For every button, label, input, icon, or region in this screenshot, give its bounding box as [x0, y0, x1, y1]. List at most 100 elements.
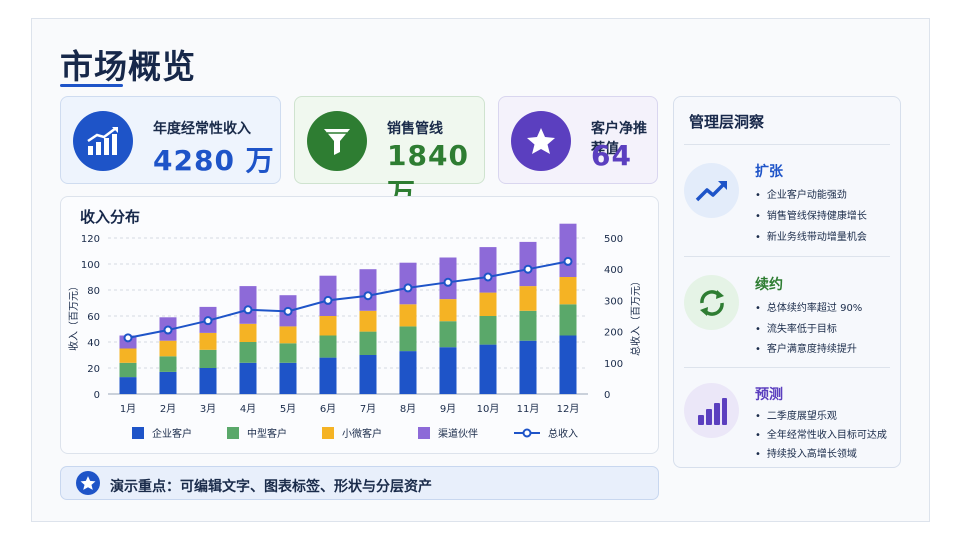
x-tick-label: 5月	[280, 403, 296, 415]
y2-tick-label: 500	[604, 234, 623, 245]
insight-item: 总体续约率超过 90%	[755, 299, 862, 314]
line-point	[403, 283, 413, 293]
insight-item: 持续投入高增长领域	[755, 445, 857, 460]
bar-segment	[359, 269, 377, 311]
line-point	[203, 316, 213, 326]
insight-item: 全年经常性收入目标可达成	[755, 426, 887, 441]
y-tick-label: 100	[81, 260, 100, 271]
line-point	[123, 333, 133, 343]
bar-segment	[519, 340, 537, 394]
line-point	[483, 272, 493, 282]
bar-segment	[159, 340, 177, 357]
bar-segment	[559, 304, 577, 336]
y2-tick-label: 200	[604, 328, 623, 339]
divider	[684, 367, 890, 368]
legend-swatch	[418, 427, 430, 439]
bar-chart-icon	[684, 383, 739, 438]
y2-tick-label: 400	[604, 265, 623, 276]
insight-heading: 扩张	[755, 164, 783, 180]
bar-segment	[159, 371, 177, 394]
y-axis-label: 收入（百万元）	[67, 281, 80, 351]
bar-segment	[319, 316, 337, 336]
insight-heading: 预测	[755, 387, 783, 403]
bar-segment	[439, 321, 457, 348]
y-tick-label: 0	[94, 390, 100, 401]
insight-item: 客户满意度持续提升	[755, 340, 857, 355]
legend-swatch	[132, 427, 144, 439]
line-point	[443, 277, 453, 287]
x-tick-label: 10月	[477, 403, 500, 415]
bar-segment	[479, 292, 497, 316]
y-tick-label: 120	[81, 234, 100, 245]
bar-segment	[519, 286, 537, 311]
bar-segment	[199, 368, 217, 394]
bar-segment	[159, 356, 177, 372]
insights-title: 管理层洞察	[689, 113, 765, 131]
refresh-icon	[684, 275, 739, 330]
x-tick-label: 12月	[557, 403, 580, 415]
line-point	[243, 305, 253, 315]
bar-segment	[479, 344, 497, 394]
x-tick-label: 3月	[200, 403, 216, 415]
insight-heading: 续约	[755, 277, 783, 293]
line-point	[323, 295, 333, 305]
bar-segment	[119, 377, 137, 394]
bar-segment	[519, 241, 537, 287]
y-tick-label: 80	[87, 286, 100, 297]
legend-label: 渠道伙伴	[438, 427, 478, 440]
legend-label: 小微客户	[342, 427, 382, 440]
total-revenue-line	[127, 260, 569, 339]
line-point	[163, 325, 173, 335]
bar-segment	[359, 331, 377, 355]
bar-segment	[479, 316, 497, 345]
bar-segment	[319, 357, 337, 394]
star-icon	[76, 471, 100, 495]
y2-tick-label: 100	[604, 359, 623, 370]
x-tick-label: 1月	[120, 403, 136, 415]
divider	[684, 256, 890, 257]
x-tick-label: 2月	[160, 403, 176, 415]
bar-segment	[279, 343, 297, 363]
legend-label: 企业客户	[152, 427, 192, 440]
x-tick-label: 7月	[360, 403, 376, 415]
divider	[684, 144, 890, 145]
line-point	[523, 264, 533, 274]
legend-swatch	[227, 427, 239, 439]
y-tick-label: 60	[87, 312, 100, 323]
bar-segment	[559, 277, 577, 305]
line-point	[283, 306, 293, 316]
insight-item: 企业客户动能强劲	[755, 186, 847, 201]
bar-segment	[319, 335, 337, 358]
bar-segment	[559, 223, 577, 277]
bar-segment	[279, 362, 297, 394]
y2-tick-label: 300	[604, 296, 623, 307]
insight-item: 新业务线带动增量机会	[755, 228, 867, 243]
bar-segment	[359, 310, 377, 332]
x-tick-label: 6月	[320, 403, 336, 415]
y-tick-label: 20	[87, 364, 100, 375]
bar-segment	[239, 362, 257, 394]
bar-segment	[319, 275, 337, 316]
bar-segment	[119, 348, 137, 363]
bar-segment	[559, 335, 577, 394]
legend-marker	[522, 428, 532, 438]
x-tick-label: 11月	[517, 403, 540, 415]
bar-segment	[199, 349, 217, 368]
line-point	[563, 256, 573, 266]
bar-segment	[199, 332, 217, 350]
bar-segment	[279, 326, 297, 344]
x-tick-label: 4月	[240, 403, 256, 415]
trend-up-icon	[684, 163, 739, 218]
bar-segment	[119, 362, 137, 378]
y2-axis-label: 总收入（百万元）	[629, 276, 642, 356]
bar-segment	[439, 347, 457, 394]
legend-label: 中型客户	[247, 427, 287, 440]
bar-segment	[359, 355, 377, 394]
x-tick-label: 8月	[400, 403, 416, 415]
bar-segment	[439, 299, 457, 322]
legend-swatch	[322, 427, 334, 439]
insight-item: 流失率低于目标	[755, 320, 837, 335]
bar-segment	[399, 351, 417, 394]
bar-segment	[239, 342, 257, 363]
y2-tick-label: 0	[604, 390, 610, 401]
